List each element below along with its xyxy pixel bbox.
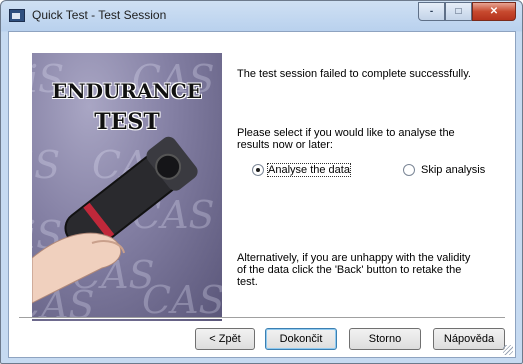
dialog-body: iS CAS iS CAS CAS iS CAS CAS CAS ENDURAN…: [8, 31, 516, 358]
cancel-button[interactable]: Storno: [349, 328, 421, 350]
analysis-options: Analyse the data Skip analysis: [252, 163, 512, 180]
banner-title-line2: TEST: [94, 109, 160, 135]
endurance-test-banner: iS CAS iS CAS CAS iS CAS CAS CAS ENDURAN…: [32, 53, 222, 321]
close-button[interactable]: ✕: [472, 2, 516, 21]
app-icon: [9, 9, 25, 22]
window-title: Quick Test - Test Session: [32, 8, 167, 22]
maximize-icon: □: [455, 6, 462, 17]
hint-line-2: of the data click the 'Back' button to r…: [237, 264, 462, 276]
banner-title-line1: ENDURANCE: [52, 79, 202, 103]
minimize-button[interactable]: -: [418, 2, 445, 21]
finish-button[interactable]: Dokončit: [265, 328, 337, 350]
window-controls: - □ ✕: [418, 2, 516, 21]
resize-grip[interactable]: [503, 345, 513, 355]
close-icon: ✕: [489, 6, 499, 17]
skip-radio[interactable]: [403, 164, 415, 176]
minimize-icon: -: [429, 6, 434, 17]
button-separator: [19, 317, 505, 319]
help-button[interactable]: Nápověda: [433, 328, 505, 350]
dialog-window: Quick Test - Test Session - □ ✕ iS CAS i…: [0, 0, 523, 364]
analyse-radio[interactable]: [252, 164, 264, 176]
skip-radio-label[interactable]: Skip analysis: [421, 164, 485, 176]
back-button[interactable]: < Zpět: [195, 328, 255, 350]
hint-line-1: Alternatively, if you are unhappy with t…: [237, 252, 471, 264]
analyse-radio-label[interactable]: Analyse the data: [267, 163, 351, 177]
title-bar[interactable]: Quick Test - Test Session - □ ✕: [1, 1, 522, 31]
hint-line-3: test.: [237, 276, 258, 288]
status-message: The test session failed to complete succ…: [237, 68, 471, 80]
prompt-line-2: results now or later:: [237, 139, 333, 151]
prompt-line-1: Please select if you would like to analy…: [237, 127, 455, 139]
maximize-button[interactable]: □: [445, 2, 472, 21]
